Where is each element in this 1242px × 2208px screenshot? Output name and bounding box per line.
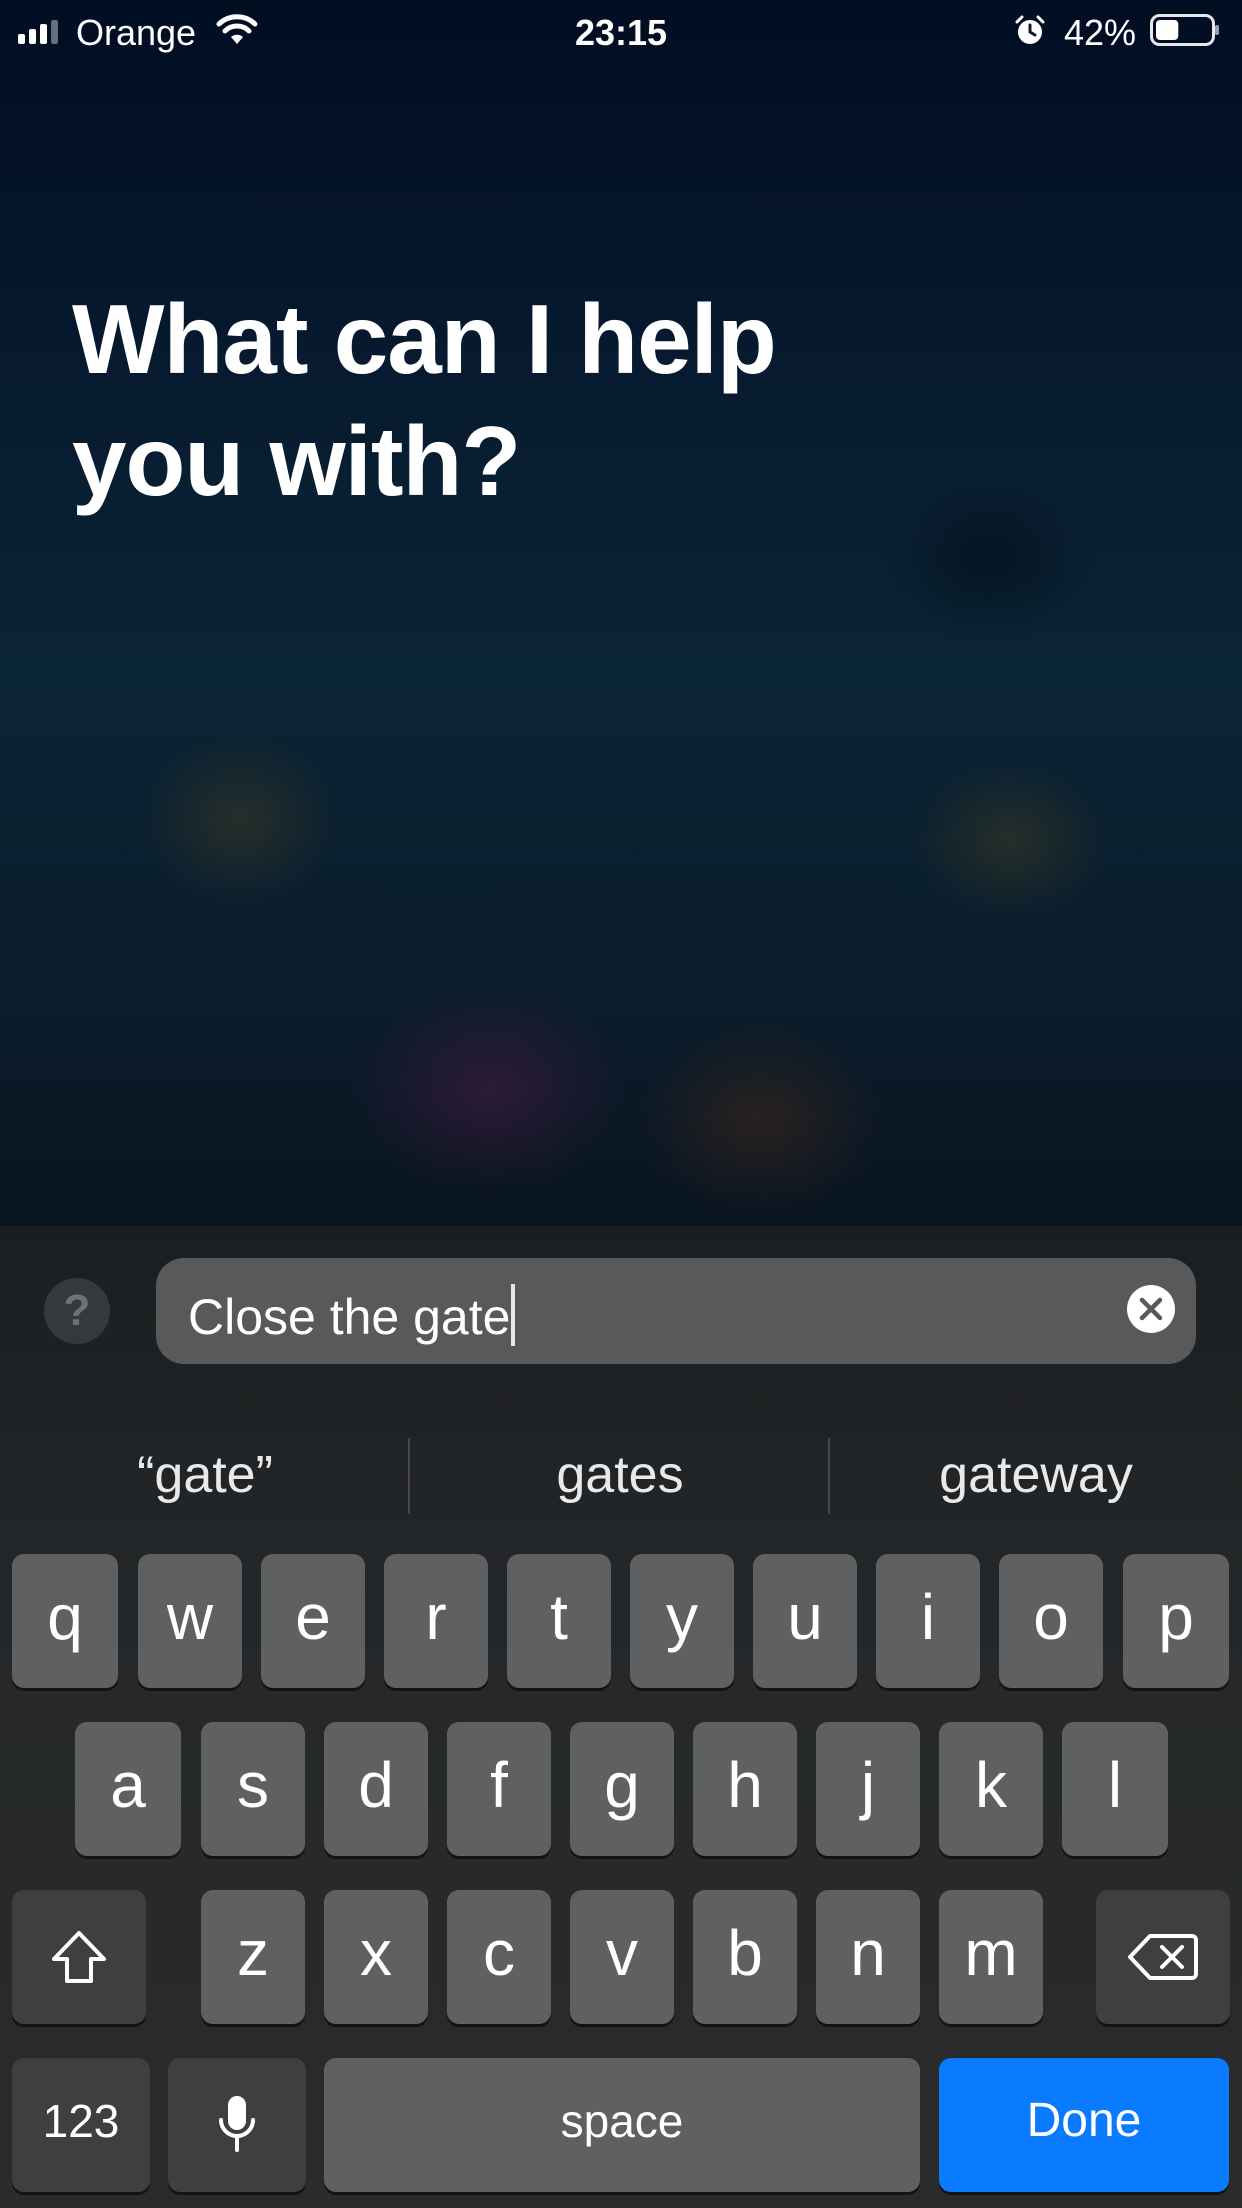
key-p[interactable]: p xyxy=(1123,1554,1229,1688)
suggestion-gate-quoted[interactable]: “gate” xyxy=(0,1440,410,1510)
key-f[interactable]: f xyxy=(447,1722,551,1856)
text-caret xyxy=(511,1284,516,1346)
key-o[interactable]: o xyxy=(999,1554,1103,1688)
key-b[interactable]: b xyxy=(693,1890,797,2024)
shift-key[interactable] xyxy=(12,1890,146,2024)
shift-icon xyxy=(52,1931,106,1983)
dictation-key[interactable] xyxy=(168,2058,306,2192)
backspace-icon xyxy=(1128,1934,1198,1980)
key-d[interactable]: d xyxy=(324,1722,428,1856)
key-r[interactable]: r xyxy=(384,1554,488,1688)
alarm-icon xyxy=(1015,15,1045,44)
key-i[interactable]: i xyxy=(876,1554,980,1688)
input-text-container: Close the gate xyxy=(188,1284,516,1346)
key-h[interactable]: h xyxy=(693,1722,797,1856)
key-t[interactable]: t xyxy=(507,1554,611,1688)
key-m[interactable]: m xyxy=(939,1890,1043,2024)
key-e[interactable]: e xyxy=(261,1554,365,1688)
key-q[interactable]: q xyxy=(12,1554,118,1688)
status-time: 23:15 xyxy=(574,12,668,53)
key-l[interactable]: l xyxy=(1062,1722,1168,1856)
key-y[interactable]: y xyxy=(630,1554,734,1688)
key-k[interactable]: k xyxy=(939,1722,1043,1856)
key-j[interactable]: j xyxy=(816,1722,920,1856)
key-n[interactable]: n xyxy=(816,1890,920,2024)
numbers-key[interactable]: 123 xyxy=(12,2058,150,2192)
battery-percent: 42% xyxy=(1064,12,1137,53)
key-u[interactable]: u xyxy=(753,1554,857,1688)
suggestion-gates[interactable]: gates xyxy=(410,1440,830,1510)
key-s[interactable]: s xyxy=(201,1722,305,1856)
siri-background xyxy=(0,0,1242,1226)
siri-prompt: What can I help you with? xyxy=(72,284,777,516)
suggestion-gateway[interactable]: gateway xyxy=(830,1440,1242,1510)
siri-text-input[interactable]: Close the gate xyxy=(156,1258,1196,1364)
key-c[interactable]: c xyxy=(447,1890,551,2024)
input-text: Close the gate xyxy=(188,1289,511,1345)
space-key[interactable]: space xyxy=(324,2058,920,2192)
clear-icon[interactable] xyxy=(1126,1284,1176,1334)
key-x[interactable]: x xyxy=(324,1890,428,2024)
key-a[interactable]: a xyxy=(75,1722,181,1856)
status-bar: Orange 23:15 42% xyxy=(0,0,1242,62)
microphone-icon xyxy=(219,2096,255,2152)
help-button[interactable]: ? xyxy=(44,1278,110,1344)
done-button[interactable]: Done xyxy=(939,2058,1229,2192)
key-v[interactable]: v xyxy=(570,1890,674,2024)
battery-icon xyxy=(1150,14,1219,46)
key-z[interactable]: z xyxy=(201,1890,305,2024)
key-g[interactable]: g xyxy=(570,1722,674,1856)
backspace-key[interactable] xyxy=(1096,1890,1230,2024)
key-w[interactable]: w xyxy=(138,1554,242,1688)
